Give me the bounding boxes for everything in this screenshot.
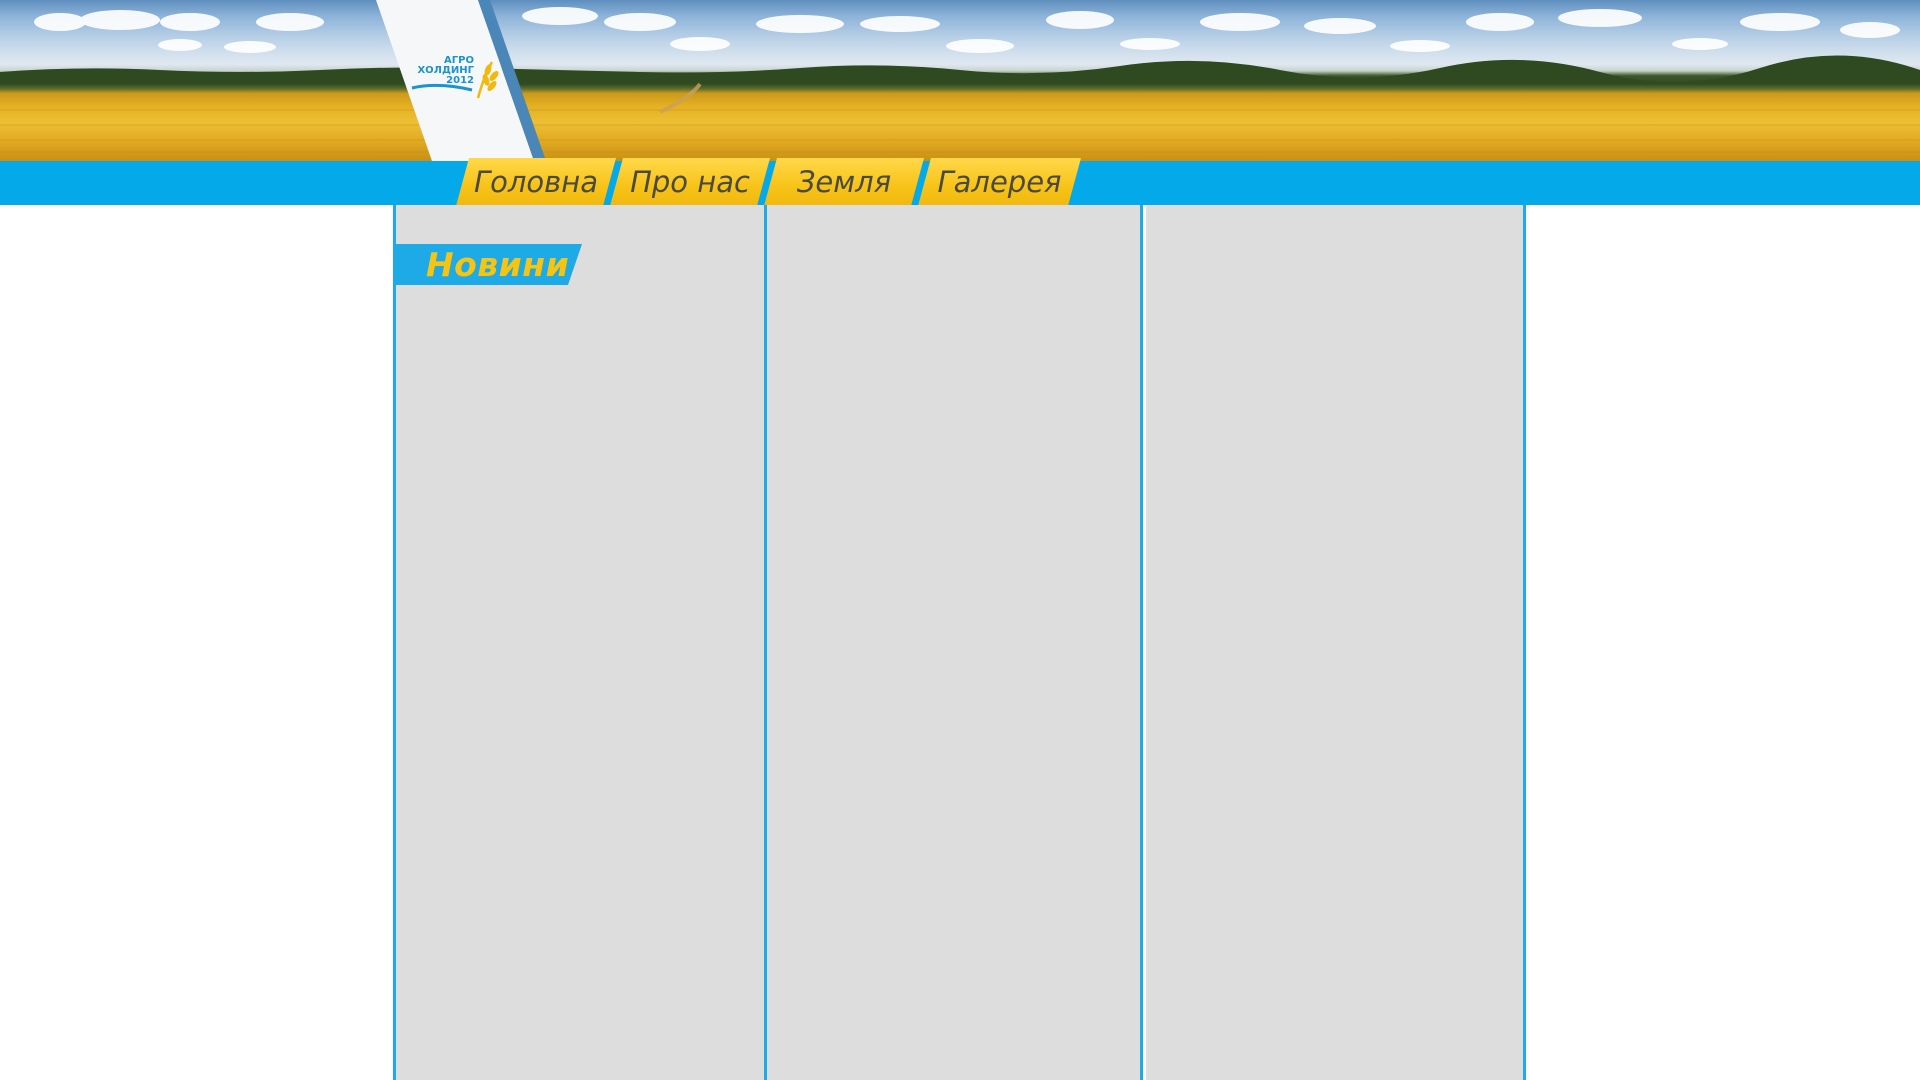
news-heading-label: Новини bbox=[426, 245, 570, 284]
right-column bbox=[1146, 205, 1526, 1080]
agro-holding-logo[interactable]: АГРО ХОЛДИНГ 2012 bbox=[408, 56, 518, 108]
nav-item-about[interactable]: Про нас bbox=[610, 158, 770, 206]
page: АГРО ХОЛДИНГ 2012 Головна Про нас Земля … bbox=[0, 0, 1920, 1080]
header-banner: АГРО ХОЛДИНГ 2012 bbox=[0, 0, 1920, 161]
middle-column bbox=[767, 205, 1143, 1080]
nav-item-label: Галерея bbox=[937, 165, 1062, 199]
wheat-ear-icon bbox=[411, 61, 499, 99]
news-column bbox=[393, 205, 767, 1080]
nav-item-label: Про нас bbox=[630, 165, 750, 199]
nav-item-home[interactable]: Головна bbox=[456, 158, 616, 206]
nav-item-land[interactable]: Земля bbox=[764, 158, 924, 206]
nav-item-gallery[interactable]: Галерея bbox=[918, 158, 1081, 206]
news-heading[interactable]: Новини bbox=[396, 244, 582, 285]
nav-item-label: Головна bbox=[473, 165, 598, 199]
nav-item-label: Земля bbox=[796, 165, 892, 199]
